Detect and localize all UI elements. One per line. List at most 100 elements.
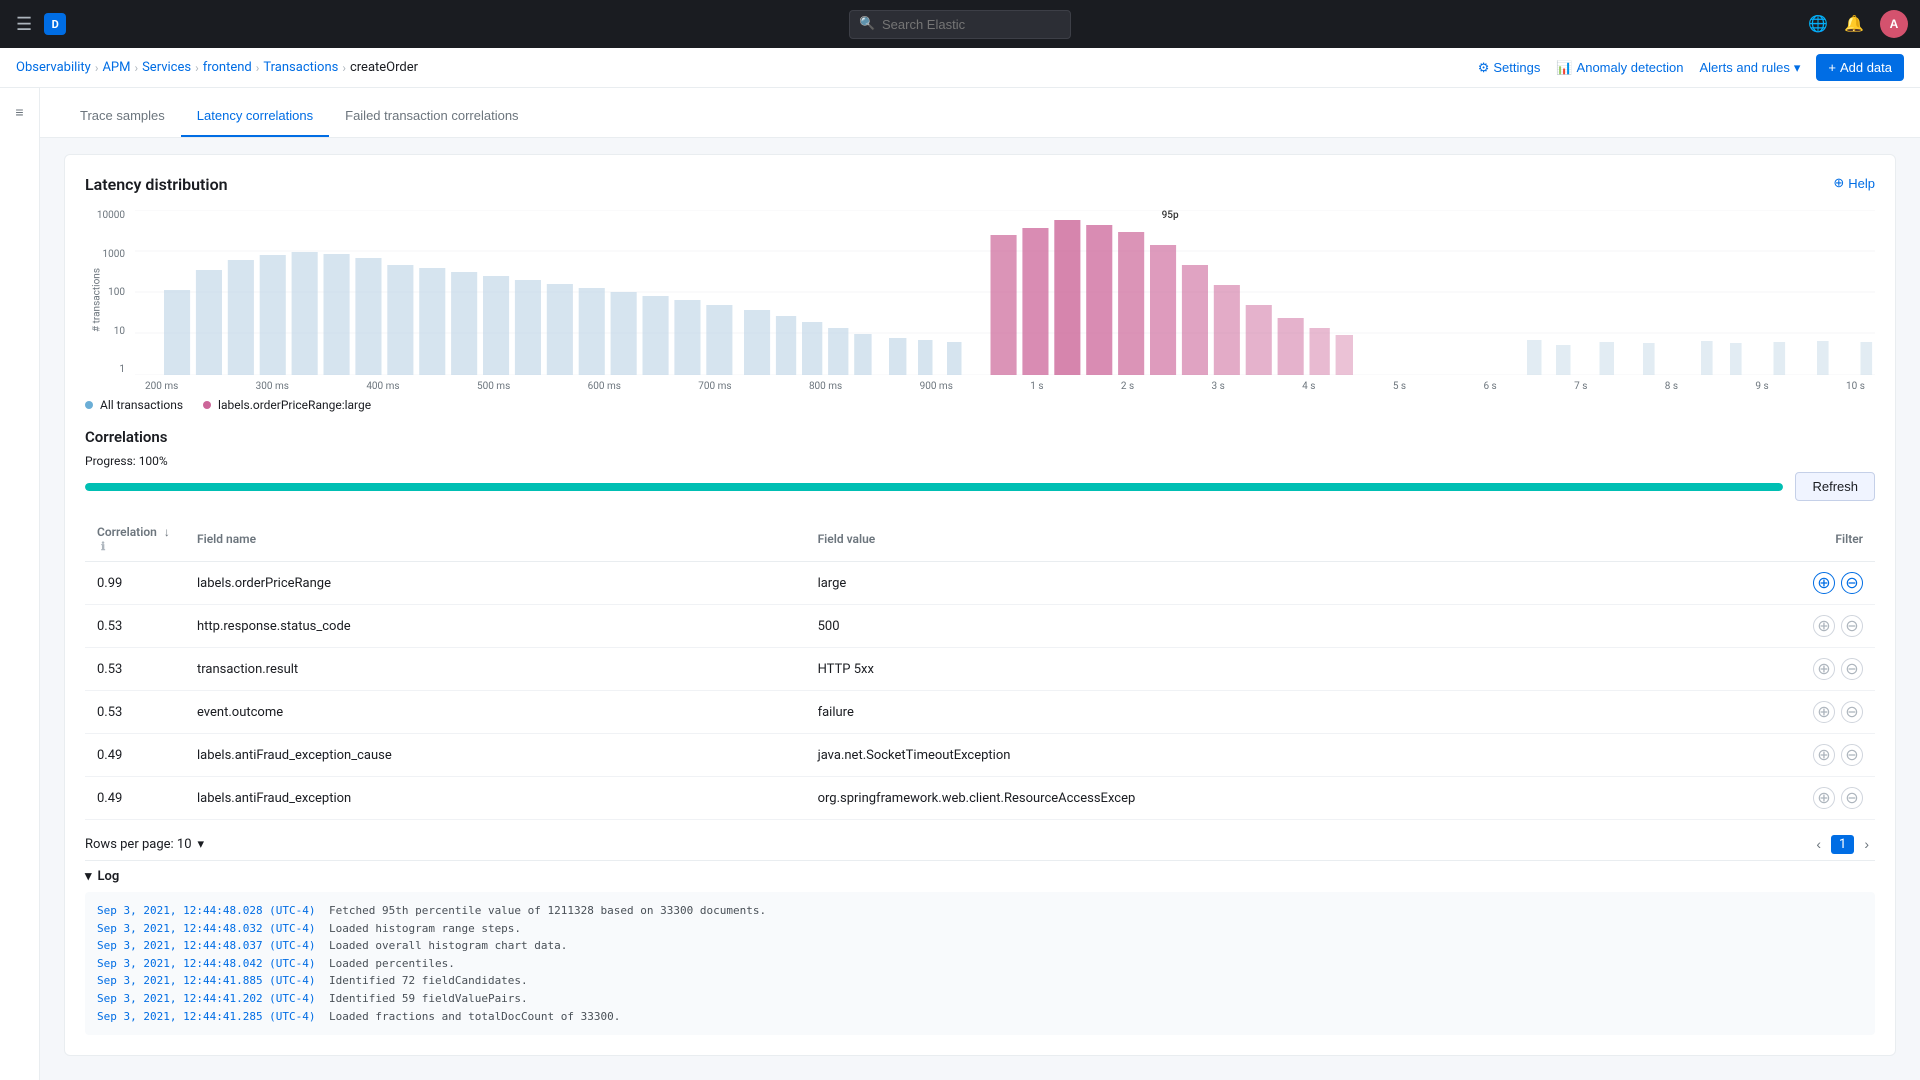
cell-correlation-2: 0.53 xyxy=(85,648,185,691)
anomaly-icon: 📊 xyxy=(1556,60,1572,76)
cell-field-value-5: org.springframework.web.client.ResourceA… xyxy=(806,777,1775,820)
chevron-down-icon: ▾ xyxy=(85,869,92,884)
filter-exclude-btn-5[interactable]: ⊖ xyxy=(1841,787,1863,809)
info-icon: ℹ xyxy=(101,540,105,553)
chevron-down-icon: ▾ xyxy=(1794,60,1801,76)
table-header: Correlation ↓ ℹ Field name Field value xyxy=(85,517,1875,562)
filter-exclude-btn-3[interactable]: ⊖ xyxy=(1841,701,1863,723)
search-bar-container: 🔍 xyxy=(849,10,1071,39)
card-title: Latency distribution xyxy=(85,175,228,194)
add-data-button[interactable]: + Add data xyxy=(1816,54,1904,81)
settings-icon: ⚙ xyxy=(1478,60,1490,76)
tab-trace-samples[interactable]: Trace samples xyxy=(64,96,181,137)
search-input[interactable] xyxy=(849,10,1071,39)
cell-filter-1: ⊕ ⊖ xyxy=(1775,605,1875,648)
progress-bar-section: Refresh xyxy=(85,472,1875,501)
th-field-name: Field name xyxy=(185,517,806,562)
cell-correlation-3: 0.53 xyxy=(85,691,185,734)
filter-exclude-btn-0[interactable]: ⊖ xyxy=(1841,572,1863,594)
log-toggle[interactable]: ▾ Log xyxy=(85,860,1875,892)
chart-legend: All transactions labels.orderPriceRange:… xyxy=(85,398,1875,412)
filter-include-btn-5[interactable]: ⊕ xyxy=(1813,787,1835,809)
cell-field-name-4: labels.antiFraud_exception_cause xyxy=(185,734,806,777)
breadcrumb-label-observability: Observability xyxy=(16,60,91,75)
cell-filter-5: ⊕ ⊖ xyxy=(1775,777,1875,820)
tab-failed-transaction-correlations[interactable]: Failed transaction correlations xyxy=(329,96,534,137)
next-page-button[interactable]: › xyxy=(1858,832,1875,856)
globe-icon-button[interactable]: 🌐 xyxy=(1808,14,1828,34)
breadcrumb-transactions[interactable]: Transactions xyxy=(263,60,338,75)
tab-latency-correlations[interactable]: Latency correlations xyxy=(181,96,329,137)
log-entry: Sep 3, 2021, 12:44:41.285 (UTC-4)Loaded … xyxy=(97,1008,1863,1026)
content-area: Latency distribution ⊕ Help # transactio… xyxy=(40,138,1920,1072)
card-header: Latency distribution ⊕ Help xyxy=(85,175,1875,194)
cell-field-name-0: labels.orderPriceRange xyxy=(185,562,806,605)
top-navigation: ☰ D 🔍 🌐 🔔 A xyxy=(0,0,1920,48)
filter-include-btn-4[interactable]: ⊕ xyxy=(1813,744,1835,766)
x-axis-ticks: 200 ms 300 ms 400 ms 500 ms 600 ms 700 m… xyxy=(135,381,1875,392)
breadcrumb-createorder: createOrder xyxy=(350,60,418,75)
current-page: 1 xyxy=(1831,835,1854,854)
breadcrumb-label-createorder: createOrder xyxy=(350,60,418,75)
search-icon: 🔍 xyxy=(859,17,875,32)
breadcrumb-sep-5: › xyxy=(342,61,346,75)
th-correlation[interactable]: Correlation ↓ ℹ xyxy=(85,517,185,562)
cell-field-name-1: http.response.status_code xyxy=(185,605,806,648)
settings-button[interactable]: ⚙ Settings xyxy=(1478,60,1541,76)
th-field-value: Field value xyxy=(806,517,1775,562)
table-footer: Rows per page: 10 ▾ ‹ 1 › xyxy=(85,832,1875,856)
correlations-table: Correlation ↓ ℹ Field name Field value xyxy=(85,517,1875,820)
table-row: 0.53 transaction.result HTTP 5xx ⊕ ⊖ xyxy=(85,648,1875,691)
cell-field-name-2: transaction.result xyxy=(185,648,806,691)
log-entry: Sep 3, 2021, 12:44:48.037 (UTC-4)Loaded … xyxy=(97,937,1863,955)
breadcrumb-services[interactable]: Services xyxy=(142,60,191,75)
filter-include-btn-3[interactable]: ⊕ xyxy=(1813,701,1835,723)
legend-dot-all xyxy=(85,401,93,409)
correlations-title: Correlations xyxy=(85,428,1875,446)
filter-exclude-btn-2[interactable]: ⊖ xyxy=(1841,658,1863,680)
nav-actions: ⚙ Settings 📊 Anomaly detection Alerts an… xyxy=(1478,54,1904,81)
nav-right-actions: 🌐 🔔 A xyxy=(1808,10,1908,38)
help-button[interactable]: ⊕ Help xyxy=(1833,175,1875,191)
log-title: Log xyxy=(98,869,120,884)
table-header-row: Correlation ↓ ℹ Field name Field value xyxy=(85,517,1875,562)
log-entry: Sep 3, 2021, 12:44:48.028 (UTC-4)Fetched… xyxy=(97,902,1863,920)
prev-page-button[interactable]: ‹ xyxy=(1810,832,1827,856)
table-row: 0.49 labels.antiFraud_exception_cause ja… xyxy=(85,734,1875,777)
breadcrumb-frontend[interactable]: frontend xyxy=(203,60,252,75)
user-avatar-button[interactable]: A xyxy=(1880,10,1908,38)
sidebar-mini: ≡ xyxy=(0,88,40,1080)
breadcrumb-label-apm: APM xyxy=(102,60,130,75)
cell-filter-0: ⊕ ⊖ xyxy=(1775,562,1875,605)
th-filter: Filter xyxy=(1775,517,1875,562)
table-row: 0.53 event.outcome failure ⊕ ⊖ xyxy=(85,691,1875,734)
legend-all-transactions: All transactions xyxy=(85,398,183,412)
breadcrumb-label-services: Services xyxy=(142,60,191,75)
legend-labels-order: labels.orderPriceRange:large xyxy=(203,398,371,412)
cell-field-value-2: HTTP 5xx xyxy=(806,648,1775,691)
tab-bar: Trace samples Latency correlations Faile… xyxy=(40,88,1920,138)
percentile-label: 95p xyxy=(1162,210,1179,221)
alerts-rules-button[interactable]: Alerts and rules ▾ xyxy=(1700,60,1801,76)
cell-field-value-4: java.net.SocketTimeoutException xyxy=(806,734,1775,777)
latency-chart: 95p xyxy=(135,210,1875,390)
breadcrumb-sep-2: › xyxy=(134,61,138,75)
cell-field-value-1: 500 xyxy=(806,605,1775,648)
bell-icon-button[interactable]: 🔔 xyxy=(1844,14,1864,34)
help-icon: ⊕ xyxy=(1833,175,1844,191)
y-axis-ticks: 10000 1000 100 10 1 xyxy=(85,210,131,375)
hamburger-button[interactable]: ☰ xyxy=(12,10,36,39)
breadcrumb-sep-4: › xyxy=(256,61,260,75)
refresh-button[interactable]: Refresh xyxy=(1795,472,1875,501)
filter-exclude-btn-1[interactable]: ⊖ xyxy=(1841,615,1863,637)
filter-include-btn-0[interactable]: ⊕ xyxy=(1813,572,1835,594)
sidebar-toggle-button[interactable]: ≡ xyxy=(7,96,31,128)
breadcrumb-apm[interactable]: APM xyxy=(102,60,130,75)
cell-correlation-1: 0.53 xyxy=(85,605,185,648)
filter-exclude-btn-4[interactable]: ⊖ xyxy=(1841,744,1863,766)
breadcrumb-observability[interactable]: Observability xyxy=(16,60,91,75)
filter-include-btn-1[interactable]: ⊕ xyxy=(1813,615,1835,637)
filter-include-btn-2[interactable]: ⊕ xyxy=(1813,658,1835,680)
rows-per-page-selector[interactable]: Rows per page: 10 ▾ xyxy=(85,837,204,852)
anomaly-detection-button[interactable]: 📊 Anomaly detection xyxy=(1556,60,1683,76)
